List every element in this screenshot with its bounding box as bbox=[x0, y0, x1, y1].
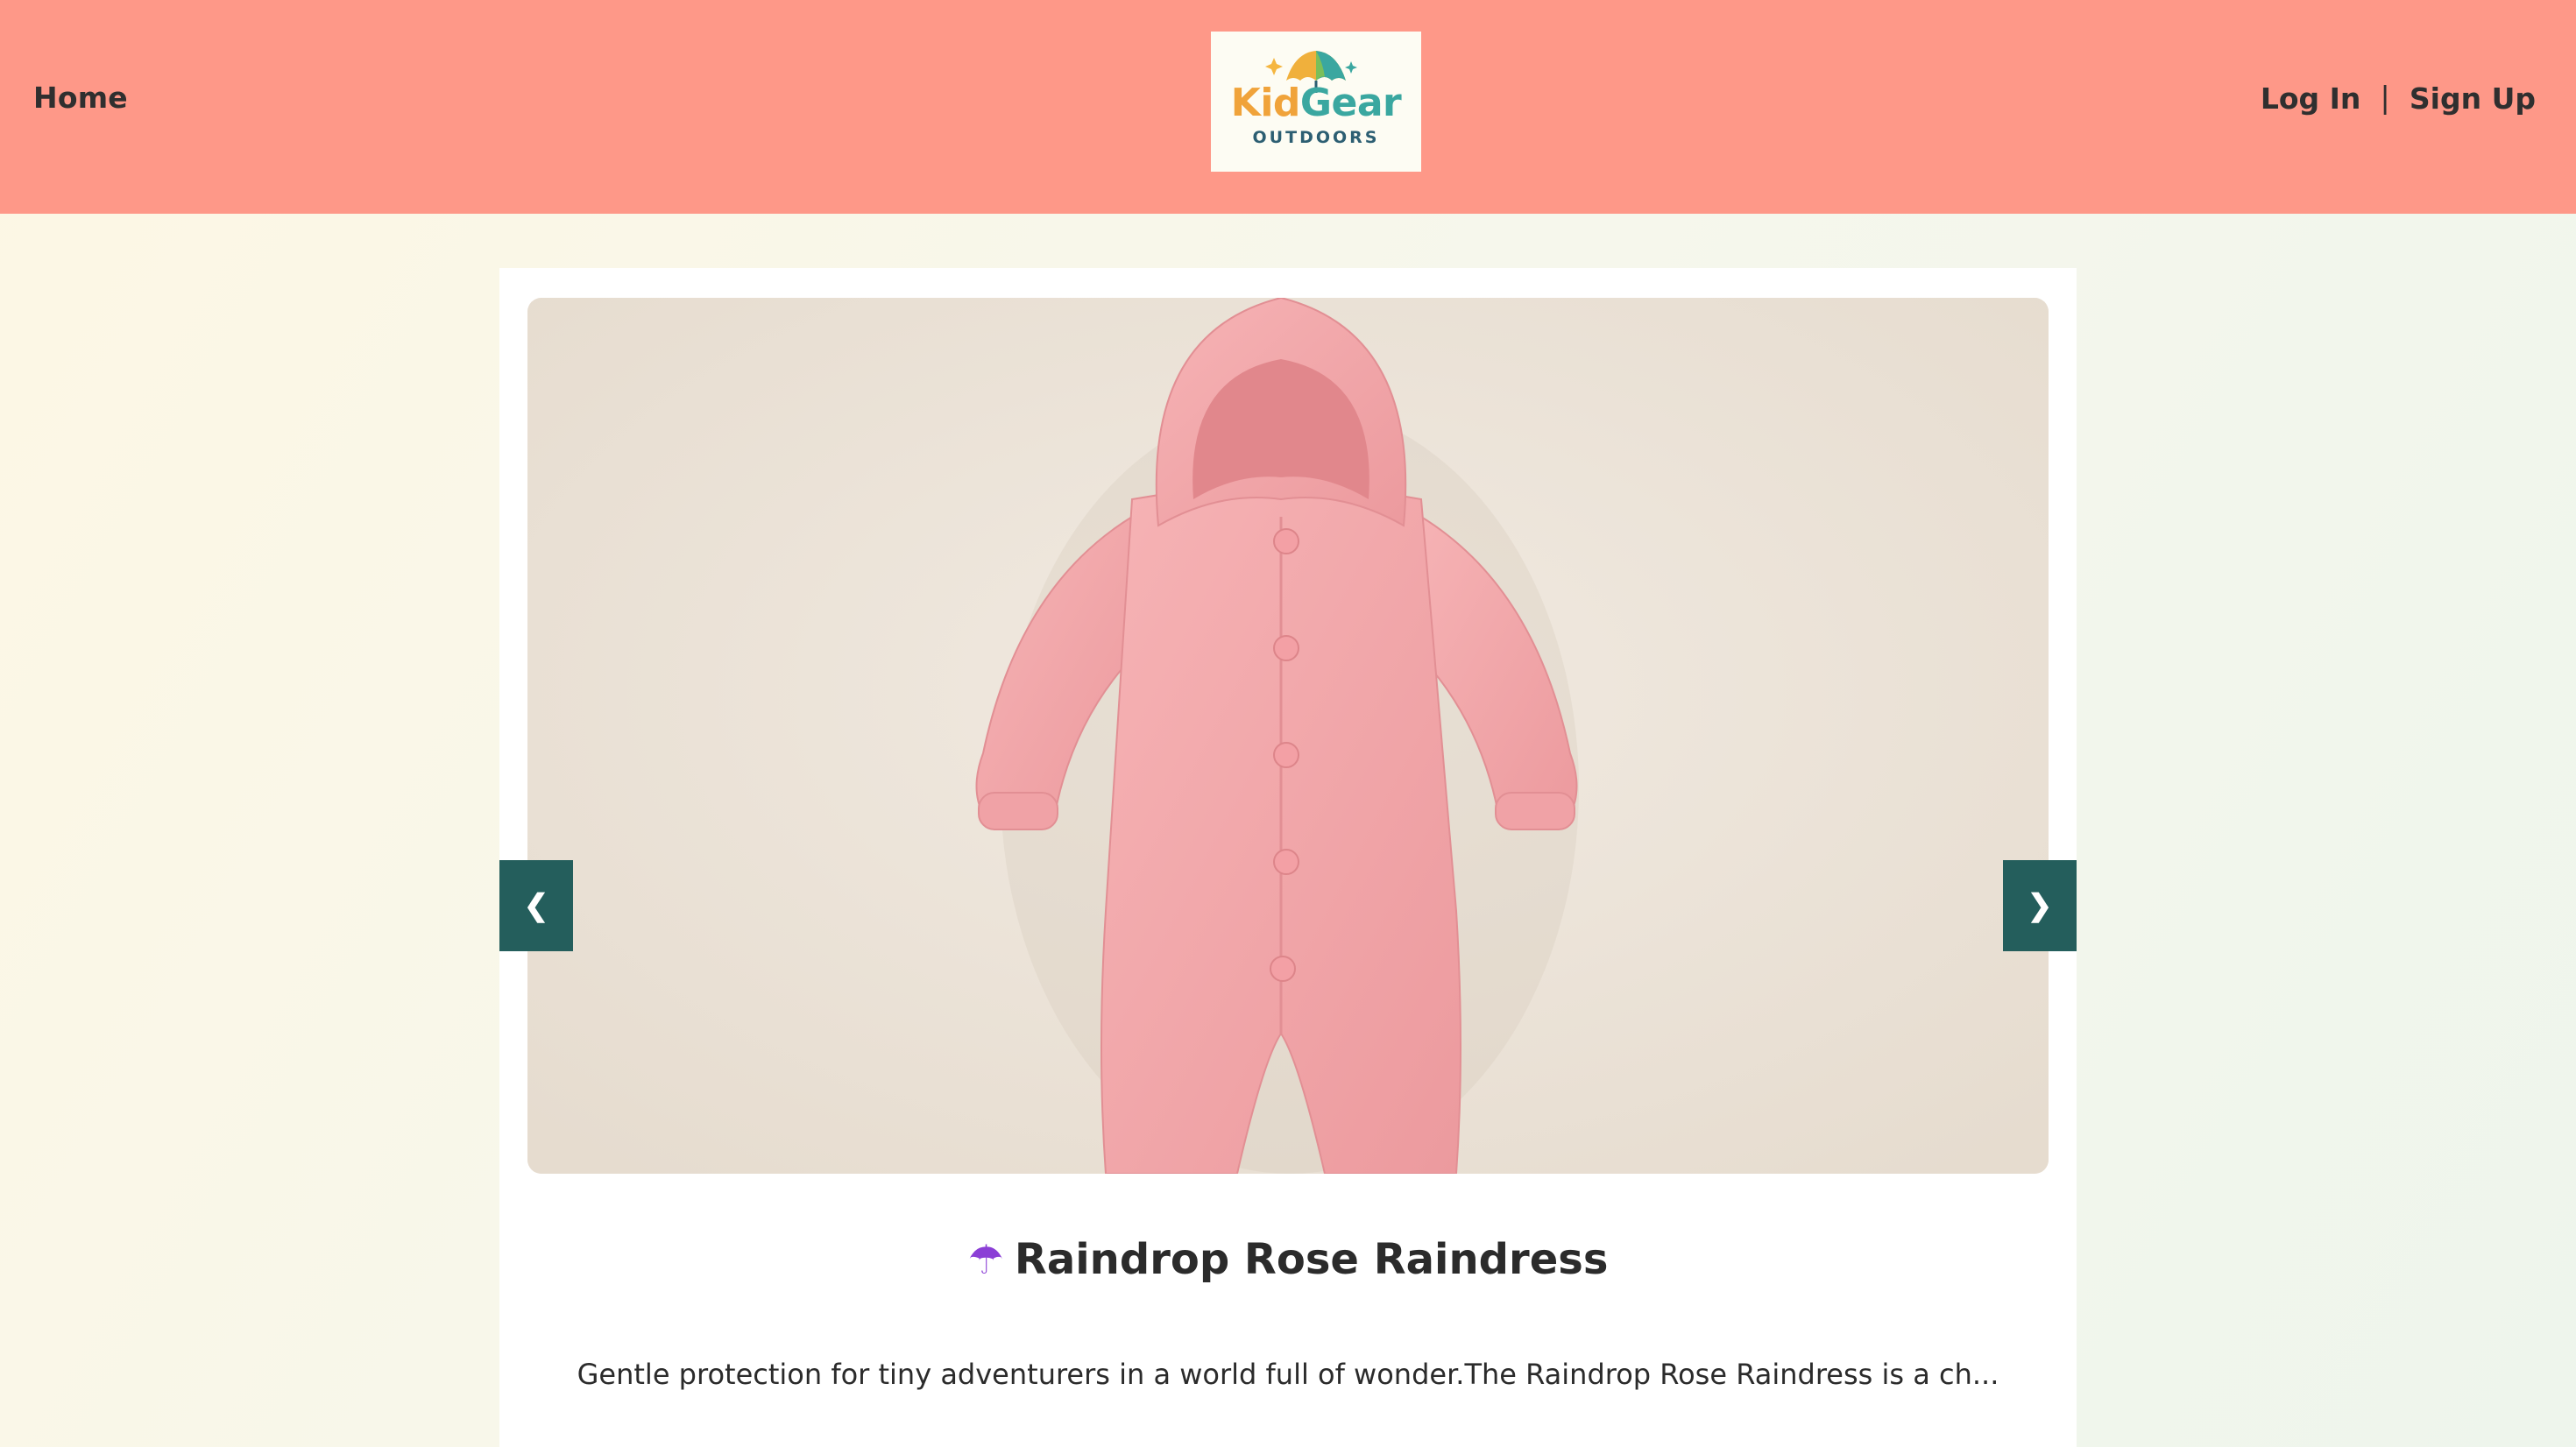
product-title-text: Raindrop Rose Raindress bbox=[1014, 1235, 1609, 1284]
login-link[interactable]: Log In bbox=[2261, 81, 2361, 116]
product-title: ☂ Raindrop Rose Raindress bbox=[499, 1235, 2077, 1284]
signup-link[interactable]: Sign Up bbox=[2410, 81, 2536, 116]
carousel-next-button[interactable]: ❯ bbox=[2003, 860, 2077, 951]
product-image bbox=[527, 298, 2049, 1174]
logo-wordmark: KidGear bbox=[1230, 81, 1402, 125]
romper-illustration bbox=[527, 298, 2049, 1174]
umbrella-icon: ☂ bbox=[967, 1236, 1004, 1283]
carousel-prev-button[interactable]: ❮ bbox=[499, 860, 573, 951]
site-header: Home KidGear OUTDOORS Log In | Sign Up bbox=[0, 0, 2576, 214]
nav-home-link[interactable]: Home bbox=[33, 81, 128, 115]
logo-tagline: OUTDOORS bbox=[1252, 128, 1380, 147]
brand-logo[interactable]: KidGear OUTDOORS bbox=[1211, 32, 1421, 172]
auth-links: Log In | Sign Up bbox=[2261, 81, 2536, 116]
auth-separator: | bbox=[2380, 81, 2390, 116]
product-description: Gentle protection for tiny adventurers i… bbox=[577, 1358, 1999, 1391]
